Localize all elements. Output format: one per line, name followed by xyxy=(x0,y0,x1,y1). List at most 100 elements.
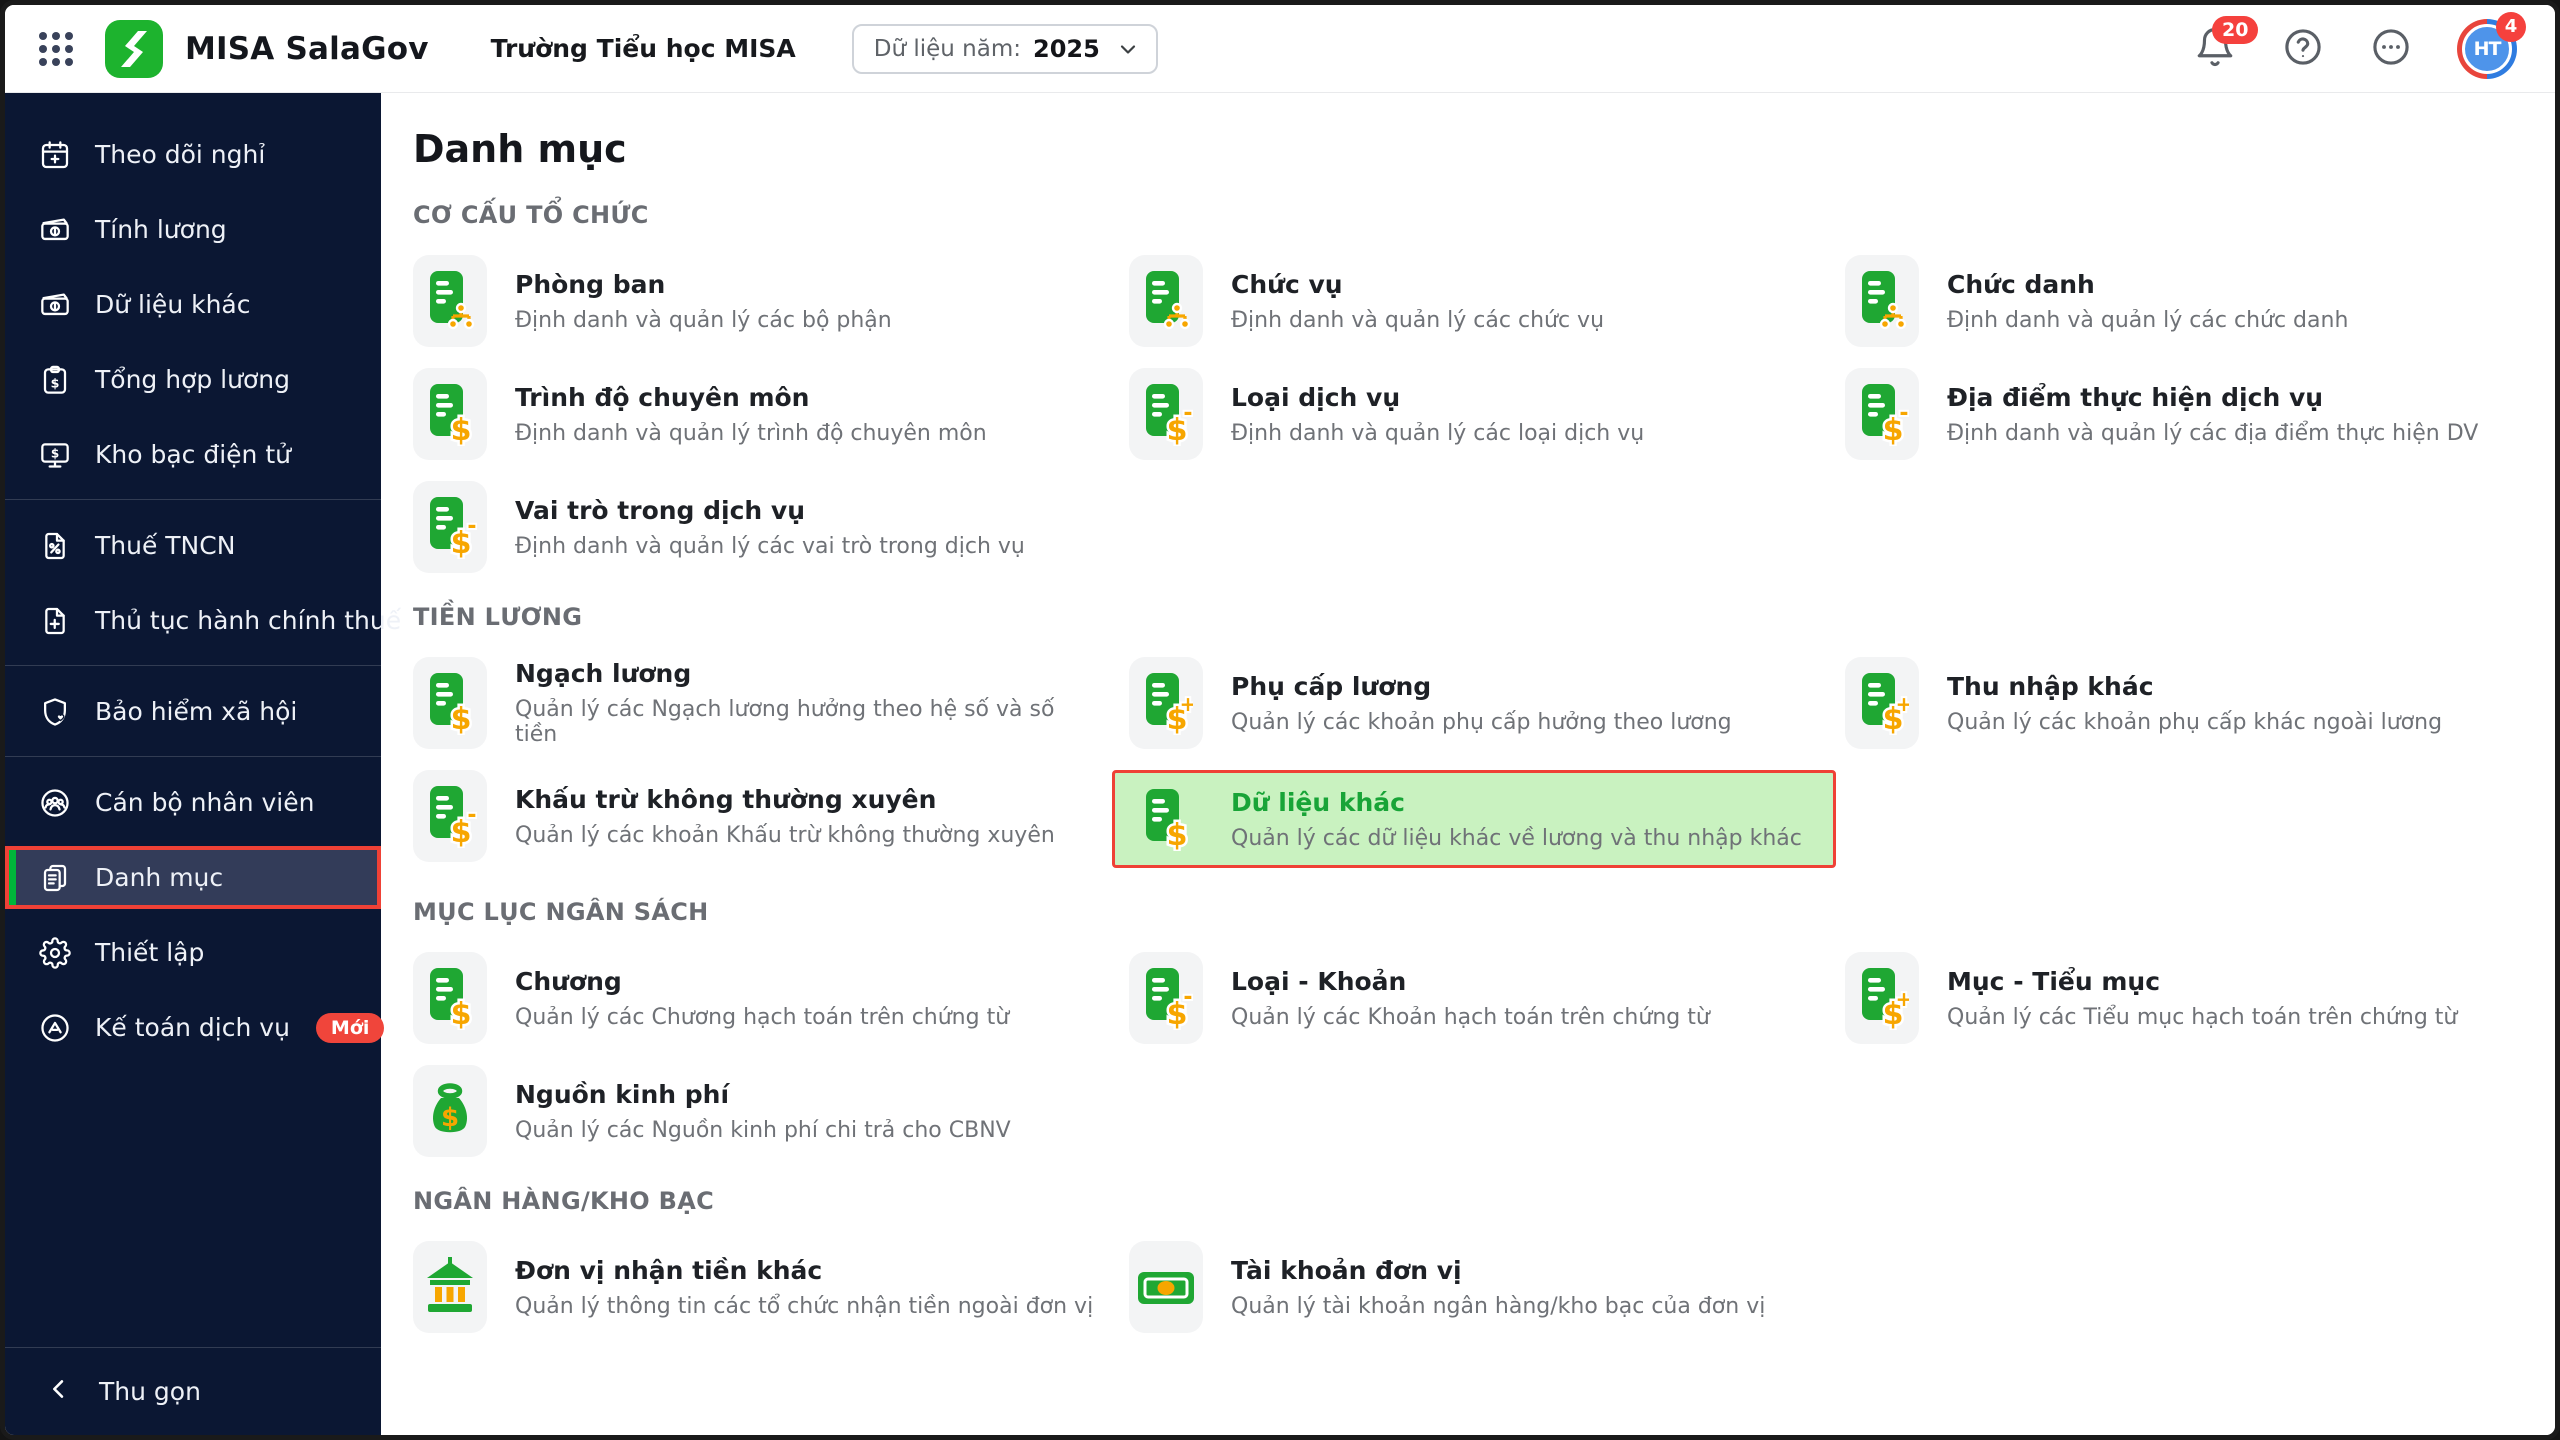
app-shell: Theo dõi nghỉTính lươngDữ liệu khác$Tổng… xyxy=(5,93,2555,1435)
sidebar-item-label: Theo dõi nghỉ xyxy=(95,140,265,169)
sidebar-item-label: Thiết lập xyxy=(95,938,204,967)
catalog-item-chuong[interactable]: $ ChươngQuản lý các Chương hạch toán trên… xyxy=(413,952,1103,1044)
catalog-item-loai-khoan[interactable]: $-Loại - KhoảnQuản lý các Khoản hạch toá… xyxy=(1129,952,1819,1044)
catalog-item-nguon-kinh-phi[interactable]: $Nguồn kinh phíQuản lý các Nguồn kinh ph… xyxy=(413,1065,1103,1157)
notifications-button[interactable]: 20 xyxy=(2193,27,2237,71)
sidebar-item-ke-toan-dich-vu[interactable]: Kế toán dịch vụ Mới xyxy=(5,996,381,1059)
sidebar-item-kho-bac-dien-tu[interactable]: $Kho bạc điện tử xyxy=(5,423,381,486)
catalog-item-description: Định danh và quản lý các vai trò trong d… xyxy=(515,534,1025,559)
catalog-item-description: Quản lý các Ngạch lương hưởng theo hệ số… xyxy=(515,697,1103,747)
catalog-item-text: ChươngQuản lý các Chương hạch toán trên … xyxy=(515,967,1009,1030)
sidebar-item-tinh-luong[interactable]: Tính lương xyxy=(5,198,381,261)
catalog-item-ngach-luong[interactable]: $ Ngạch lươngQuản lý các Ngạch lương hưởn… xyxy=(413,657,1103,749)
sidebar-item-bao-hiem-xa-hoi[interactable]: Bảo hiểm xã hội xyxy=(5,680,381,743)
svg-text:+: + xyxy=(1896,692,1909,716)
shield-heart-icon xyxy=(39,696,71,728)
chevron-down-icon xyxy=(1116,37,1140,61)
catalog-item-title: Địa điểm thực hiện dịch vụ xyxy=(1947,383,2478,412)
catalog-item-dia-diem-thuc-hien-dich-vu[interactable]: $- Địa điểm thực hiện dịch vụ Định danh và… xyxy=(1845,368,2535,460)
sidebar-item-thue-tncn[interactable]: Thuế TNCN xyxy=(5,514,381,577)
svg-text:$: $ xyxy=(51,446,59,460)
sidebar-item-tong-hop-luong[interactable]: $Tổng hợp lương xyxy=(5,348,381,411)
sidebar-item-du-lieu-khac[interactable]: Dữ liệu khác xyxy=(5,273,381,336)
sidebar-divider xyxy=(5,756,381,757)
header-actions: 20 HT 4 xyxy=(2193,19,2517,79)
catalog-item-title: Chức vụ xyxy=(1231,270,1604,299)
cash-dollar-icon xyxy=(39,289,71,321)
svg-text:-: - xyxy=(467,514,476,539)
section-title: CƠ CẤU TỔ CHỨC xyxy=(413,201,2555,229)
catalog-item-title: Trình độ chuyên môn xyxy=(515,383,987,412)
catalog-item-description: Quản lý tài khoản ngân hàng/kho bạc của … xyxy=(1231,1294,1765,1319)
sidebar-divider xyxy=(5,499,381,500)
sidebar-item-theo-doi-nghi[interactable]: Theo dõi nghỉ xyxy=(5,123,381,186)
catalog-item-loai-dich-vu[interactable]: $-Loại dịch vụĐịnh danh và quản lý các l… xyxy=(1129,368,1819,460)
catalog-item-text: Đơn vị nhận tiền khácQuản lý thông tin c… xyxy=(515,1256,1093,1319)
avatar[interactable]: HT 4 xyxy=(2457,19,2517,79)
users-circle-icon xyxy=(39,787,71,819)
catalog-item-text: Chức vụĐịnh danh và quản lý các chức vụ xyxy=(1231,270,1604,333)
sidebar-item-label: Tổng hợp lương xyxy=(95,365,290,394)
catalog-item-description: Quản lý các Tiểu mục hạch toán trên chứn… xyxy=(1947,1005,2457,1030)
catalog-item-vai-tro-trong-dich-vu[interactable]: $-Vai trò trong dịch vụĐịnh danh và quản… xyxy=(413,481,1103,573)
catalog-item-description: Quản lý thông tin các tổ chức nhận tiền … xyxy=(515,1294,1093,1319)
catalog-item-khau-tru-khong-thuong-xuyen[interactable]: $-Khấu trừ không thường xuyênQuản lý các… xyxy=(413,770,1103,862)
sidebar-item-label: Kế toán dịch vụ xyxy=(95,1013,290,1042)
section-grid: $ Ngạch lươngQuản lý các Ngạch lương hưởn… xyxy=(413,657,2555,868)
section-grid: Đơn vị nhận tiền khácQuản lý thông tin c… xyxy=(413,1241,2555,1333)
catalog-item-text: Chức danhĐịnh danh và quản lý các chức d… xyxy=(1947,270,2348,333)
catalog-item-text: Thu nhập khácQuản lý các khoản phụ cấp k… xyxy=(1947,672,2442,735)
svg-text:$: $ xyxy=(451,413,472,446)
gear-icon xyxy=(39,937,71,969)
banknote-icon xyxy=(1129,1241,1203,1333)
document-percent-icon xyxy=(39,530,71,562)
catalog-item-title: Khấu trừ không thường xuyên xyxy=(515,785,1055,814)
catalog-item-chuc-vu[interactable]: Chức vụĐịnh danh và quản lý các chức vụ xyxy=(1129,255,1819,347)
sidebar-item-label: Cán bộ nhân viên xyxy=(95,788,314,817)
doc-dollar-plus-icon: $+ xyxy=(1845,952,1919,1044)
sidebar-item-can-bo-nhan-vien[interactable]: Cán bộ nhân viên xyxy=(5,771,381,834)
catalog-item-muc-tieu-muc[interactable]: $+ Mục - Tiểu mục Quản lý các Tiểu mục hạc… xyxy=(1845,952,2535,1044)
catalog-item-thu-nhap-khac[interactable]: $+Thu nhập khácQuản lý các khoản phụ cấp… xyxy=(1845,657,2535,749)
section-ngan-hang-kho-bac: NGÂN HÀNG/KHO BẠC Đơn vị nhận tiền khácQ… xyxy=(413,1187,2555,1333)
catalog-item-text: Dữ liệu khác Quản lý các dữ liệu khác về … xyxy=(1231,788,1802,851)
catalog-docs-icon xyxy=(39,862,71,894)
misa-logo-icon[interactable] xyxy=(105,20,163,78)
catalog-item-trinh-do-chuyen-mon[interactable]: $Trình độ chuyên mônĐịnh danh và quản lý… xyxy=(413,368,1103,460)
catalog-item-tai-khoan-don-vi[interactable]: Tài khoản đơn vịQuản lý tài khoản ngân h… xyxy=(1129,1241,1819,1333)
svg-text:+: + xyxy=(1896,987,1909,1011)
catalog-item-du-lieu-khac[interactable]: $Dữ liệu khácQuản lý các dữ liệu khác về… xyxy=(1112,770,1836,868)
catalog-item-description: Định danh và quản lý các địa điểm thực h… xyxy=(1947,421,2478,446)
document-plus-icon xyxy=(39,605,71,637)
year-selector[interactable]: Dữ liệu năm: 2025 xyxy=(852,24,1158,74)
more-button[interactable] xyxy=(2369,27,2413,71)
catalog-item-description: Quản lý các khoản phụ cấp hưởng theo lươ… xyxy=(1231,710,1732,735)
catalog-item-title: Nguồn kinh phí xyxy=(515,1080,1011,1109)
svg-text:-: - xyxy=(1183,401,1192,426)
new-badge: Mới xyxy=(316,1013,384,1043)
catalog-item-text: Khấu trừ không thường xuyênQuản lý các k… xyxy=(515,785,1055,848)
catalog-item-phu-cap-luong[interactable]: $+Phụ cấp lươngQuản lý các khoản phụ cấp… xyxy=(1129,657,1819,749)
doc-dollar-icon: $ xyxy=(413,657,487,749)
catalog-item-description: Định danh và quản lý các loại dịch vụ xyxy=(1231,421,1644,446)
sidebar-item-danh-muc[interactable]: Danh mục xyxy=(5,846,381,909)
svg-text:$: $ xyxy=(451,997,472,1030)
catalog-item-chuc-danh[interactable]: Chức danhĐịnh danh và quản lý các chức d… xyxy=(1845,255,2535,347)
catalog-item-title: Thu nhập khác xyxy=(1947,672,2442,701)
sidebar-item-label: Tính lương xyxy=(95,215,227,244)
sidebar-item-label: Danh mục xyxy=(95,863,223,892)
catalog-item-title: Mục - Tiểu mục xyxy=(1947,967,2457,996)
catalog-item-description: Quản lý các dữ liệu khác về lương và thu… xyxy=(1231,826,1802,851)
app-grid-icon[interactable] xyxy=(35,28,77,70)
sidebar-item-thiet-lap[interactable]: Thiết lập xyxy=(5,921,381,984)
doc-dollar-minus-icon: $- xyxy=(1845,368,1919,460)
more-icon xyxy=(2370,26,2412,72)
catalog-item-text: Ngạch lươngQuản lý các Ngạch lương hưởng… xyxy=(515,659,1103,747)
catalog-item-title: Dữ liệu khác xyxy=(1231,788,1802,817)
catalog-item-text: Mục - Tiểu mục Quản lý các Tiểu mục hạch … xyxy=(1947,967,2457,1030)
catalog-item-don-vi-nhan-tien-khac[interactable]: Đơn vị nhận tiền khácQuản lý thông tin c… xyxy=(413,1241,1103,1333)
help-button[interactable] xyxy=(2281,27,2325,71)
sidebar-item-thu-tuc-hanh-chinh-thue[interactable]: Thủ tục hành chính thuế xyxy=(5,589,381,652)
catalog-item-phong-ban[interactable]: Phòng banĐịnh danh và quản lý các bộ phậ… xyxy=(413,255,1103,347)
collapse-sidebar-button[interactable]: Thu gọn xyxy=(5,1347,381,1435)
